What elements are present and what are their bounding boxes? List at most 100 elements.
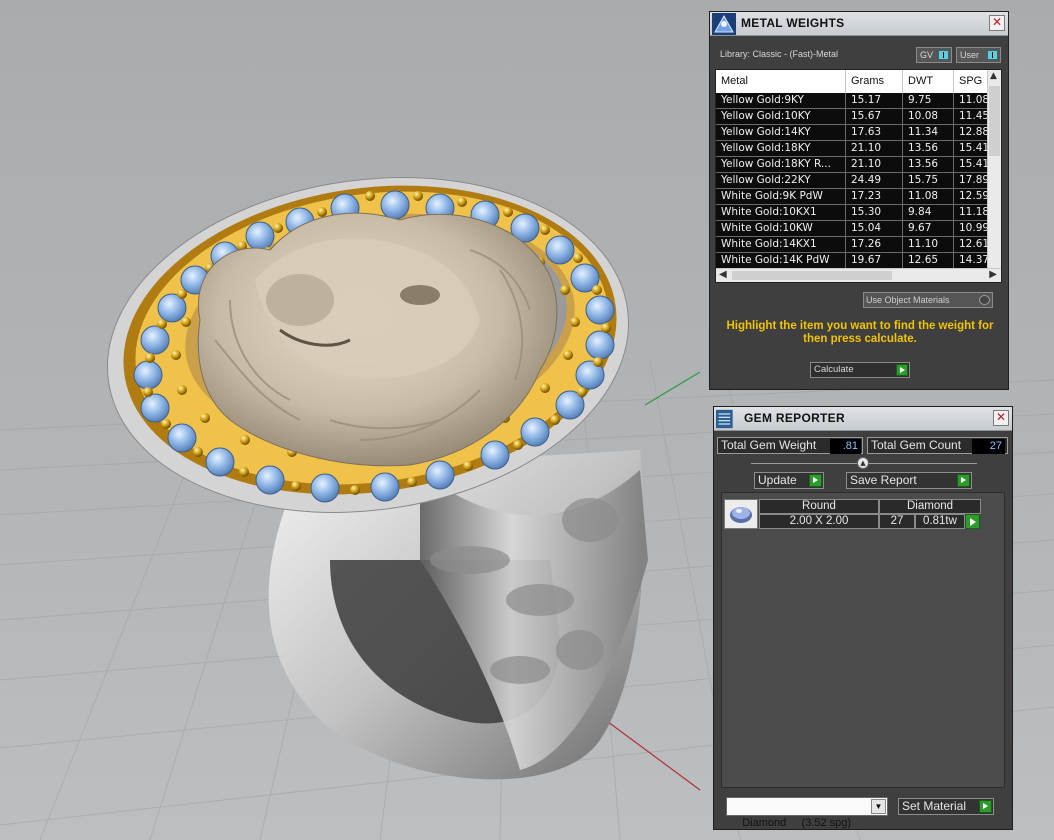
cell-metal: Yellow Gold:18KY xyxy=(716,141,846,156)
slider-handle-icon[interactable]: ▲ xyxy=(857,457,869,469)
table-row[interactable]: White Gold:14KX1 17.26 11.10 12.61 xyxy=(716,237,994,253)
use-object-materials-radio-icon[interactable] xyxy=(979,295,990,305)
cell-dwt: 11.08 xyxy=(903,189,954,204)
table-header: Metal Grams DWT SPG xyxy=(716,70,989,93)
metal-weights-panel: METAL WEIGHTS ✕ Library: Classic - (Fast… xyxy=(709,11,1009,390)
set-material-label: Set Material xyxy=(902,799,967,813)
gem-list-item[interactable]: Round Diamond 2.00 X 2.00 27 0.81tw xyxy=(722,493,1004,533)
table-row[interactable]: Yellow Gold:9KY 15.17 9.75 11.08 xyxy=(716,93,994,109)
metal-weights-table[interactable]: Metal Grams DWT SPG Yellow Gold:9KY 15.17… xyxy=(715,69,1002,283)
total-gem-count: Total Gem Count 27 xyxy=(867,437,1008,454)
table-row[interactable]: Yellow Gold:18KY 21.10 13.56 15.41 xyxy=(716,141,994,157)
cell-dwt: 11.10 xyxy=(903,237,954,252)
table-row[interactable]: Yellow Gold:10KY 15.67 10.08 11.45 xyxy=(716,109,994,125)
scroll-right-icon[interactable]: ▶ xyxy=(989,269,997,280)
cell-grams: 24.49 xyxy=(846,173,903,188)
gv-toggle-label: GV xyxy=(920,50,934,60)
gem-reporter-titlebar[interactable]: GEM REPORTER ✕ xyxy=(714,407,1012,431)
calculate-button[interactable]: Calculate xyxy=(810,362,910,378)
total-gem-count-value: 27 xyxy=(972,439,1005,454)
gem-size: 2.00 X 2.00 xyxy=(759,514,879,529)
calculate-arrow-icon[interactable] xyxy=(896,364,908,376)
table-row[interactable]: Yellow Gold:14KY 17.63 11.34 12.88 xyxy=(716,125,994,141)
gem-count: 27 xyxy=(879,514,915,529)
update-button[interactable]: Update xyxy=(754,472,824,489)
use-object-materials-option[interactable]: Use Object Materials xyxy=(863,292,993,308)
column-header-metal[interactable]: Metal xyxy=(716,70,846,93)
update-label: Update xyxy=(758,473,797,487)
set-material-arrow-icon[interactable] xyxy=(979,800,992,813)
cell-grams: 15.67 xyxy=(846,109,903,124)
update-arrow-icon[interactable] xyxy=(809,474,822,487)
cell-grams: 19.67 xyxy=(846,253,903,268)
material-select[interactable]: Diamond (3.52 spg) ▼ xyxy=(726,797,888,829)
cell-dwt: 9.67 xyxy=(903,221,954,236)
cell-grams: 17.26 xyxy=(846,237,903,252)
cell-metal: White Gold:14K PdW xyxy=(716,253,846,268)
calculate-label: Calculate xyxy=(814,364,854,375)
gem-reporter-icon xyxy=(716,409,733,429)
column-header-dwt[interactable]: DWT xyxy=(903,70,954,93)
table-vertical-scrollbar[interactable]: ▲ xyxy=(987,70,1001,269)
total-gem-weight-label: Total Gem Weight xyxy=(721,438,817,452)
cell-metal: Yellow Gold:18KY R... xyxy=(716,157,846,172)
gem-reporter-close-button[interactable]: ✕ xyxy=(993,410,1009,426)
set-material-button[interactable]: Set Material xyxy=(898,798,994,815)
chevron-down-icon[interactable]: ▼ xyxy=(871,799,886,814)
gem-material: Diamond xyxy=(879,499,981,514)
cell-metal: Yellow Gold:10KY xyxy=(716,109,846,124)
gem-select-arrow-icon[interactable] xyxy=(965,514,980,529)
gem-shape: Round xyxy=(759,499,879,514)
cell-dwt: 15.75 xyxy=(903,173,954,188)
table-row[interactable]: White Gold:14K PdW 19.67 12.65 14.37 xyxy=(716,253,994,269)
metal-weights-titlebar[interactable]: METAL WEIGHTS ✕ xyxy=(710,12,1008,36)
table-row[interactable]: Yellow Gold:18KY R... 21.10 13.56 15.41 xyxy=(716,157,994,173)
save-report-label: Save Report xyxy=(850,473,917,487)
gv-toggle[interactable]: GV xyxy=(916,47,952,63)
cell-metal: White Gold:9K PdW xyxy=(716,189,846,204)
cell-metal: White Gold:10KW xyxy=(716,221,846,236)
cell-metal: Yellow Gold:14KY xyxy=(716,125,846,140)
cell-metal: White Gold:14KX1 xyxy=(716,237,846,252)
cell-dwt: 12.65 xyxy=(903,253,954,268)
table-row[interactable]: Yellow Gold:22KY 24.49 15.75 17.89 xyxy=(716,173,994,189)
table-row[interactable]: White Gold:10KX1 15.30 9.84 11.18 xyxy=(716,205,994,221)
cell-grams: 15.04 xyxy=(846,221,903,236)
cell-dwt: 9.84 xyxy=(903,205,954,220)
metal-weights-title: METAL WEIGHTS xyxy=(741,16,845,30)
table-body: Yellow Gold:9KY 15.17 9.75 11.08 Yellow Gold… xyxy=(716,93,994,269)
cell-grams: 15.30 xyxy=(846,205,903,220)
user-toggle[interactable]: User xyxy=(956,47,1001,63)
cell-metal: White Gold:10KX1 xyxy=(716,205,846,220)
gem-weight: 0.81tw xyxy=(915,514,965,529)
library-label: Library: Classic - (Fast)-Metal xyxy=(720,49,839,59)
table-horizontal-scrollbar[interactable]: ◀ ▶ xyxy=(716,268,1001,282)
gem-list[interactable]: Round Diamond 2.00 X 2.00 27 0.81tw xyxy=(721,492,1005,788)
total-gem-count-label: Total Gem Count xyxy=(871,438,962,452)
scroll-up-icon[interactable]: ▲ xyxy=(990,71,997,81)
instruction-text: Highlight the item you want to find the … xyxy=(726,320,994,345)
metal-weights-close-button[interactable]: ✕ xyxy=(989,15,1005,31)
save-report-button[interactable]: Save Report xyxy=(846,472,972,489)
user-toggle-label: User xyxy=(960,50,980,60)
cell-dwt: 10.08 xyxy=(903,109,954,124)
cell-metal: Yellow Gold:22KY xyxy=(716,173,846,188)
cell-grams: 21.10 xyxy=(846,157,903,172)
round-gem-icon xyxy=(724,499,758,529)
table-row[interactable]: White Gold:10KW 15.04 9.67 10.99 xyxy=(716,221,994,237)
cell-dwt: 13.56 xyxy=(903,157,954,172)
scroll-left-icon[interactable]: ◀ xyxy=(719,269,727,280)
gem-reporter-title: GEM REPORTER xyxy=(744,411,845,425)
use-object-materials-label: Use Object Materials xyxy=(866,295,950,305)
cell-grams: 15.17 xyxy=(846,93,903,108)
cell-grams: 21.10 xyxy=(846,141,903,156)
table-row[interactable]: White Gold:9K PdW 17.23 11.08 12.59 xyxy=(716,189,994,205)
column-header-grams[interactable]: Grams xyxy=(846,70,903,93)
save-report-arrow-icon[interactable] xyxy=(957,474,970,487)
material-select-value: Diamond (3.52 spg) xyxy=(742,817,852,829)
cell-dwt: 11.34 xyxy=(903,125,954,140)
cell-dwt: 13.56 xyxy=(903,141,954,156)
cell-grams: 17.23 xyxy=(846,189,903,204)
cell-dwt: 9.75 xyxy=(903,93,954,108)
total-gem-weight-value: .81 xyxy=(830,439,861,454)
